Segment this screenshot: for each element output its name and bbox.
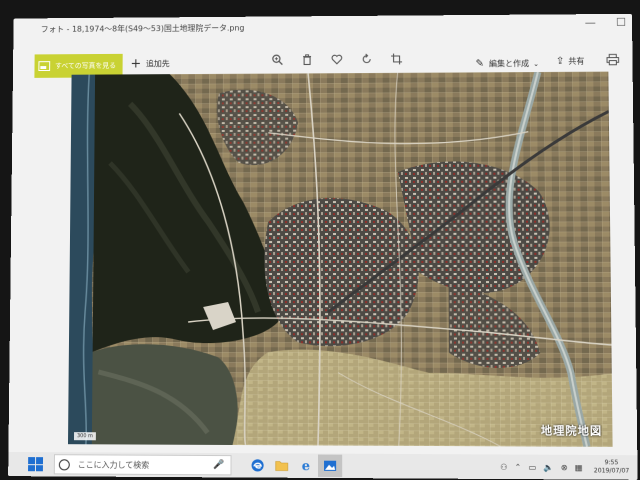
volume-icon[interactable]: 🔈 <box>543 462 553 471</box>
edit-pen-icon: ✎ <box>476 58 484 69</box>
ime-icon[interactable]: ⊗ <box>561 462 568 471</box>
add-to-button[interactable]: + 追加先 <box>130 58 169 69</box>
people-icon[interactable]: ⚇ <box>500 462 507 471</box>
maximize-icon[interactable]: ☐ <box>616 16 626 29</box>
svg-text:e: e <box>302 459 310 473</box>
photo-icon <box>38 61 50 71</box>
system-tray: ⚇ ⌃ ▭ 🔈 ⊗ ▦ 9:55 2019/07/07 <box>500 459 629 476</box>
rotate-icon[interactable] <box>360 53 374 67</box>
share-label: 共有 <box>568 56 584 67</box>
network-icon[interactable]: ▭ <box>529 462 537 471</box>
see-all-photos-label: すべての写真を見る <box>55 61 116 71</box>
keyboard-icon[interactable]: ▦ <box>575 463 583 472</box>
share-icon: ⇪ <box>556 56 565 67</box>
clock-time: 9:55 <box>594 459 630 467</box>
plus-icon: + <box>130 59 141 69</box>
aerial-photo[interactable]: 300 m 地理院地図 <box>68 72 613 447</box>
taskbar: ここに入力して検索 🎤 e ⚇ ⌃ ▭ 🔈 ⊗ ▦ 9:55 2019/07/0… <box>8 452 637 480</box>
edit-create-label: 編集と作成 <box>489 58 529 69</box>
chevron-up-icon[interactable]: ⌃ <box>515 462 522 471</box>
edge-icon[interactable] <box>246 454 270 476</box>
crop-icon[interactable] <box>390 53 404 67</box>
projected-screen: フォト - 18,1974〜8年(S49〜53)国土地理院データ.png — ☐… <box>8 14 637 480</box>
window-title: フォト - 18,1974〜8年(S49〜53)国土地理院データ.png <box>41 22 245 34</box>
windows-start-icon[interactable] <box>28 457 44 471</box>
file-explorer-icon[interactable] <box>270 454 294 476</box>
chevron-down-icon: ⌄ <box>533 60 539 68</box>
share-button[interactable]: ⇪ 共有 <box>556 56 585 67</box>
internet-explorer-icon[interactable]: e <box>294 454 318 476</box>
add-to-label: 追加先 <box>146 58 170 69</box>
scale-bar: 300 m <box>74 432 96 440</box>
cortana-icon <box>59 459 70 470</box>
heart-icon[interactable] <box>330 53 344 67</box>
microphone-icon[interactable]: 🎤 <box>213 460 224 470</box>
taskbar-clock[interactable]: 9:55 2019/07/07 <box>594 459 630 476</box>
search-placeholder: ここに入力して検索 <box>78 459 150 471</box>
taskbar-search-box[interactable]: ここに入力して検索 🎤 <box>54 454 232 475</box>
gsi-watermark: 地理院地図 <box>541 422 602 439</box>
zoom-icon[interactable] <box>270 54 284 68</box>
window-controls: — ☐ <box>585 16 626 29</box>
edit-create-button[interactable]: ✎ 編集と作成 ⌄ <box>476 58 540 69</box>
clock-date: 2019/07/07 <box>594 467 630 475</box>
printer-icon[interactable] <box>606 54 619 69</box>
aerial-photo-graphic <box>68 72 613 447</box>
minimize-icon[interactable]: — <box>585 16 596 29</box>
trash-icon[interactable] <box>300 54 314 68</box>
photos-app-icon[interactable] <box>318 455 342 478</box>
